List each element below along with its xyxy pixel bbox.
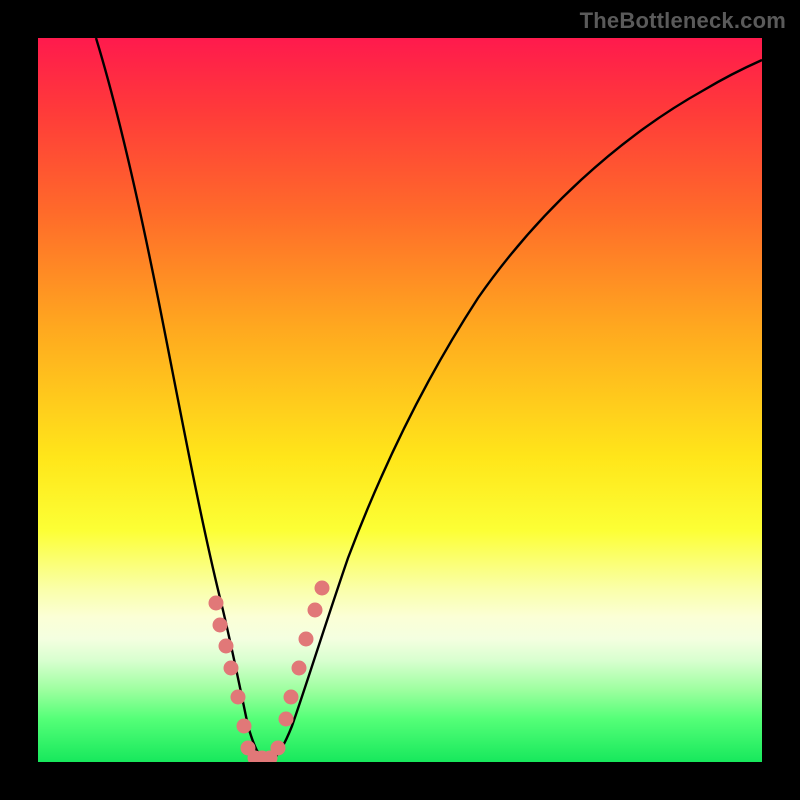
bottleneck-curve bbox=[38, 38, 762, 762]
attribution-text: TheBottleneck.com bbox=[580, 8, 786, 34]
chart-frame: TheBottleneck.com bbox=[0, 0, 800, 800]
plot-area bbox=[38, 38, 762, 762]
curve-path bbox=[96, 38, 762, 761]
